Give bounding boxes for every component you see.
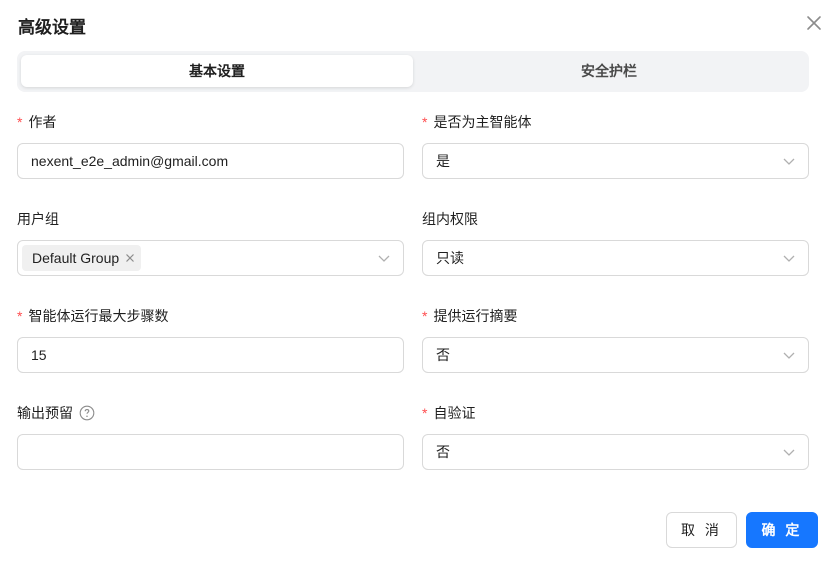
self-verify-value: 否 <box>436 444 450 460</box>
user-group-tag: Default Group <box>22 245 142 271</box>
dialog-title: 高级设置 <box>18 18 86 37</box>
max-steps-value: 15 <box>31 347 47 363</box>
output-reserve-input[interactable] <box>17 434 404 470</box>
provide-summary-field: * 提供运行摘要 否 <box>422 306 809 373</box>
settings-tabs: 基本设置 安全护栏 <box>17 51 809 92</box>
chevron-down-icon <box>783 352 795 359</box>
is-main-agent-select[interactable]: 是 <box>422 143 809 179</box>
author-field: * 作者 nexent_e2e_admin@gmail.com <box>17 112 404 179</box>
provide-summary-label: 提供运行摘要 <box>433 308 518 324</box>
provide-summary-select[interactable]: 否 <box>422 337 809 373</box>
tab-basic-settings[interactable]: 基本设置 <box>21 55 413 87</box>
user-group-field: 用户组 Default Group <box>17 209 404 276</box>
is-main-agent-label: 是否为主智能体 <box>433 114 532 130</box>
author-input[interactable]: nexent_e2e_admin@gmail.com <box>17 143 404 179</box>
cancel-button[interactable]: 取 消 <box>666 512 737 548</box>
required-mark: * <box>422 405 428 421</box>
is-main-agent-field: * 是否为主智能体 是 <box>422 112 809 179</box>
provide-summary-value: 否 <box>436 347 450 363</box>
user-group-tag-label: Default Group <box>32 250 120 266</box>
output-reserve-label: 输出预留 <box>17 405 73 421</box>
tag-close-icon[interactable] <box>125 253 135 263</box>
chevron-down-icon <box>783 255 795 262</box>
group-permission-field: 组内权限 只读 <box>422 209 809 276</box>
max-steps-input[interactable]: 15 <box>17 337 404 373</box>
self-verify-field: * 自验证 否 <box>422 403 809 470</box>
user-group-select[interactable]: Default Group <box>17 240 404 276</box>
required-mark: * <box>422 308 428 324</box>
group-permission-label: 组内权限 <box>422 211 478 227</box>
required-mark: * <box>17 308 23 324</box>
required-mark: * <box>422 114 428 130</box>
required-mark: * <box>17 114 23 130</box>
advanced-settings-dialog: 高级设置 基本设置 安全护栏 * 作者 nexent_e2e_admin@gmai… <box>0 0 836 565</box>
author-value: nexent_e2e_admin@gmail.com <box>31 153 229 169</box>
tab-security-guardrails[interactable]: 安全护栏 <box>413 55 805 87</box>
max-steps-label: 智能体运行最大步骤数 <box>28 308 169 324</box>
author-label: 作者 <box>28 114 57 130</box>
is-main-agent-value: 是 <box>436 153 450 169</box>
chevron-down-icon <box>378 255 390 262</box>
self-verify-select[interactable]: 否 <box>422 434 809 470</box>
close-icon[interactable] <box>803 12 825 34</box>
confirm-button[interactable]: 确 定 <box>746 512 818 548</box>
group-permission-select[interactable]: 只读 <box>422 240 809 276</box>
chevron-down-icon <box>783 158 795 165</box>
question-circle-icon[interactable] <box>79 405 95 421</box>
group-permission-value: 只读 <box>436 250 464 266</box>
output-reserve-field: 输出预留 <box>17 403 404 470</box>
max-steps-field: * 智能体运行最大步骤数 15 <box>17 306 404 373</box>
self-verify-label: 自验证 <box>433 405 476 421</box>
user-group-label: 用户组 <box>17 211 59 227</box>
chevron-down-icon <box>783 449 795 456</box>
